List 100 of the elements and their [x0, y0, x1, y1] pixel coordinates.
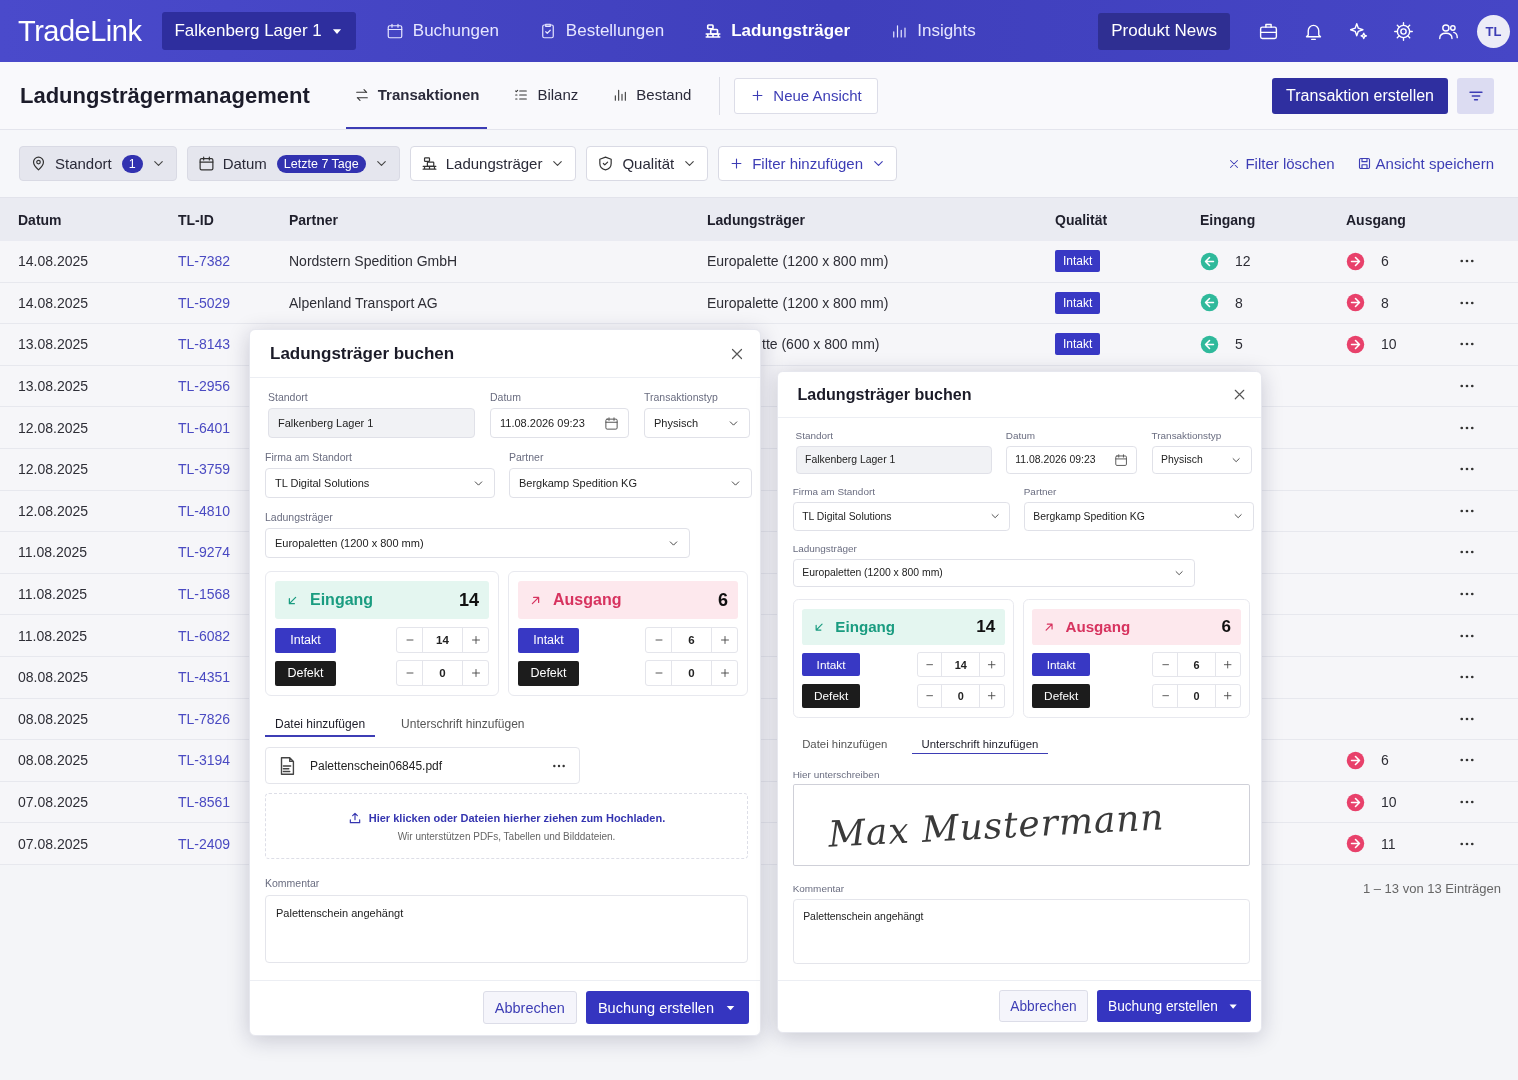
sparkle-icon[interactable] [1348, 20, 1369, 42]
settings-icon[interactable] [1393, 20, 1414, 42]
quality-button[interactable]: Defekt [275, 660, 336, 686]
news-button[interactable]: Produkt News [1098, 12, 1230, 50]
table-cell-text: Europalette (1200 x 800 mm) [707, 294, 890, 311]
panel-total: 14 [458, 589, 479, 611]
location-dropdown[interactable]: Falkenberg Lager 1 [162, 12, 356, 50]
quality-button[interactable]: Intakt [275, 627, 336, 653]
table-cell-text: 12.08.2025 [18, 502, 90, 519]
plus-icon[interactable] [986, 690, 998, 702]
quality-button[interactable]: Intakt [518, 627, 579, 653]
dialog-tab[interactable]: Datei hinzufügen [265, 714, 376, 737]
submit-button[interactable]: Buchung erstellen [1096, 990, 1251, 1022]
nav-link[interactable]: Buchungen [385, 21, 499, 41]
comment-field[interactable]: Palettenschein angehängt [792, 899, 1250, 964]
cancel-button[interactable]: Abbrechen [998, 990, 1089, 1022]
dialog-tab[interactable]: Unterschrift hinzufügen [391, 714, 535, 737]
location-field[interactable]: Falkenberg Lager 1 [795, 445, 992, 475]
quantity-value[interactable]: 14 [422, 628, 463, 652]
save-view-link[interactable]: Ansicht speichern [1356, 155, 1494, 172]
cancel-button[interactable]: Abbrechen [482, 991, 577, 1024]
nav-link[interactable]: Insights [890, 21, 976, 41]
signature-field[interactable]: Max Mustermann [792, 784, 1250, 866]
calendar-icon [1113, 452, 1128, 467]
quality-button[interactable]: Intakt [802, 652, 860, 677]
filter-chip[interactable]: Datum Letzte 7 Tage [186, 146, 400, 181]
column-header: TL-ID [178, 211, 215, 228]
column-header: Eingang [1200, 211, 1257, 228]
file-item[interactable]: Palettenschein06845.pdf [265, 747, 580, 784]
select-dropdown[interactable]: Physisch [1151, 445, 1252, 475]
id-link[interactable]: TL-5029 [178, 294, 289, 311]
quantity-value[interactable]: 0 [671, 661, 712, 685]
plus-icon[interactable] [469, 667, 482, 679]
quality-button[interactable]: Intakt [1032, 652, 1091, 677]
shield-icon [597, 155, 615, 172]
dialog-title: Ladungsträger buchen [270, 343, 455, 364]
plus-icon[interactable] [718, 667, 731, 679]
table-cell: 6 [1381, 752, 1389, 769]
filter-button[interactable] [1457, 77, 1494, 114]
comment-field[interactable]: Palettenschein angehängt [265, 895, 748, 963]
quality-button[interactable]: Defekt [1032, 684, 1091, 708]
calendar-icon [604, 415, 619, 431]
filter-badge: 1 [121, 154, 143, 173]
table-cell-text: 13.08.2025 [18, 378, 90, 395]
quantity-value[interactable]: 0 [941, 684, 981, 708]
quantity-value[interactable]: 0 [422, 661, 463, 685]
new-view-button[interactable]: Neue Ansicht [734, 77, 878, 114]
select-dropdown[interactable]: Physisch [644, 408, 750, 438]
quality-tag: Intakt [1055, 250, 1101, 273]
id-link[interactable]: TL-7382 [178, 253, 289, 270]
select-dropdown[interactable]: Bergkamp Spedition KG [509, 468, 752, 498]
plus-icon[interactable] [1222, 690, 1234, 702]
dialog-title: Ladungsträger buchen [797, 384, 972, 404]
upload-link[interactable]: Hier klicken oder Dateien hierher ziehen zum Hochladen. [368, 811, 666, 824]
quantity-value[interactable]: 0 [1177, 684, 1216, 708]
dialog-tab[interactable]: Unterschrift hinzufügen [912, 734, 1048, 755]
nav-link[interactable]: Bestellungen [538, 21, 665, 41]
select-dropdown[interactable]: Europaletten (1200 x 800 mm) [792, 558, 1196, 587]
table-cell-text: 14.08.2025 [18, 294, 90, 311]
logo[interactable]: TradeLink [18, 14, 142, 48]
plus-icon[interactable] [469, 634, 482, 646]
plus-icon [729, 156, 745, 171]
location-field[interactable]: Falkenberg Lager 1 [268, 408, 475, 438]
dialog-tab[interactable]: Datei hinzufügen [792, 734, 897, 755]
create-transaction-button[interactable]: Transaktion erstellen [1272, 77, 1448, 114]
add-filter-button[interactable]: Filter hinzufügen [718, 146, 898, 181]
plus-icon[interactable] [986, 658, 998, 671]
date-field[interactable]: 11.08.2026 09:23 [490, 408, 629, 438]
quality-button[interactable]: Defekt [518, 660, 579, 686]
quantity-value[interactable]: 14 [941, 653, 981, 676]
nav-link[interactable]: Ladungsträger [704, 21, 851, 41]
select-dropdown[interactable]: TL Digital Solutions [792, 502, 1011, 531]
table-cell-text: Alpenland Transport AG [289, 294, 439, 311]
view-tab[interactable]: Bilanz [505, 62, 587, 129]
pagination-info: 1 – 13 von 13 Einträgen [1362, 880, 1501, 896]
view-tab[interactable]: Bestand [604, 62, 700, 129]
pallet-icon [704, 22, 723, 40]
select-dropdown[interactable]: Bergkamp Spedition KG [1023, 502, 1254, 531]
avatar[interactable]: TL [1477, 14, 1510, 48]
quality-button[interactable]: Defekt [802, 684, 860, 708]
field-label: Kommentar [792, 882, 846, 894]
field-label: Datum [1005, 429, 1036, 441]
filter-chip[interactable]: Ladungsträger [409, 146, 577, 181]
date-field[interactable]: 11.08.2026 09:23 [1005, 445, 1138, 475]
quantity-value[interactable]: 6 [1177, 653, 1216, 676]
submit-button[interactable]: Buchung erstellen [585, 991, 749, 1024]
plus-icon[interactable] [718, 634, 731, 646]
table-cell-text: 11.08.2025 [18, 586, 89, 603]
select-dropdown[interactable]: TL Digital Solutions [265, 468, 495, 498]
select-dropdown[interactable]: Europaletten (1200 x 800 mm) [265, 528, 690, 558]
clear-filters-link[interactable]: Filter löschen [1227, 155, 1335, 172]
filter-chip[interactable]: Qualität [586, 146, 709, 181]
filter-chip[interactable]: Standort 1 [19, 146, 177, 181]
table-cell-text: 08.08.2025 [18, 669, 90, 686]
field-label: Datum [490, 391, 522, 403]
panel-title: Eingang [310, 591, 375, 609]
bar-chart-icon [890, 22, 909, 40]
plus-icon[interactable] [1222, 658, 1234, 671]
upload-area[interactable]: Hier klicken oder Dateien hierher ziehen zum Hochladen. Wir unterstützen PDFs, Tabellen und Bilddateien. [265, 793, 748, 859]
quantity-value[interactable]: 6 [671, 628, 712, 652]
